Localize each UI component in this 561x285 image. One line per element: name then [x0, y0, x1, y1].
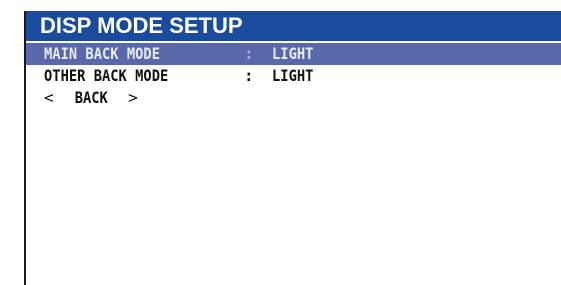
menu-item-separator: : [244, 44, 254, 63]
menu-item-value: LIGHT [272, 44, 314, 63]
menu-item-label: MAIN BACK MODE [44, 44, 160, 63]
menu-item-other-back-mode[interactable]: OTHER BACK MODE: LIGHT [26, 65, 561, 87]
menu-item-main-back-mode[interactable]: MAIN BACK MODE: LIGHT [26, 43, 561, 65]
disp-mode-setup-panel: DISP MODE SETUP MAIN BACK MODE: LIGHT OTH… [24, 11, 561, 285]
menu-item-value: LIGHT [272, 66, 314, 85]
window-title: DISP MODE SETUP [26, 11, 561, 41]
back-item[interactable]: < BACK > [26, 87, 561, 109]
chevron-left-icon: < [44, 88, 54, 107]
menu-item-label: OTHER BACK MODE [44, 66, 169, 85]
chevron-right-icon: > [128, 88, 138, 107]
back-label: BACK [74, 88, 108, 107]
menu-item-separator: : [244, 66, 254, 85]
settings-menu: MAIN BACK MODE: LIGHT OTHER BACK MODE: LIG… [26, 43, 561, 109]
